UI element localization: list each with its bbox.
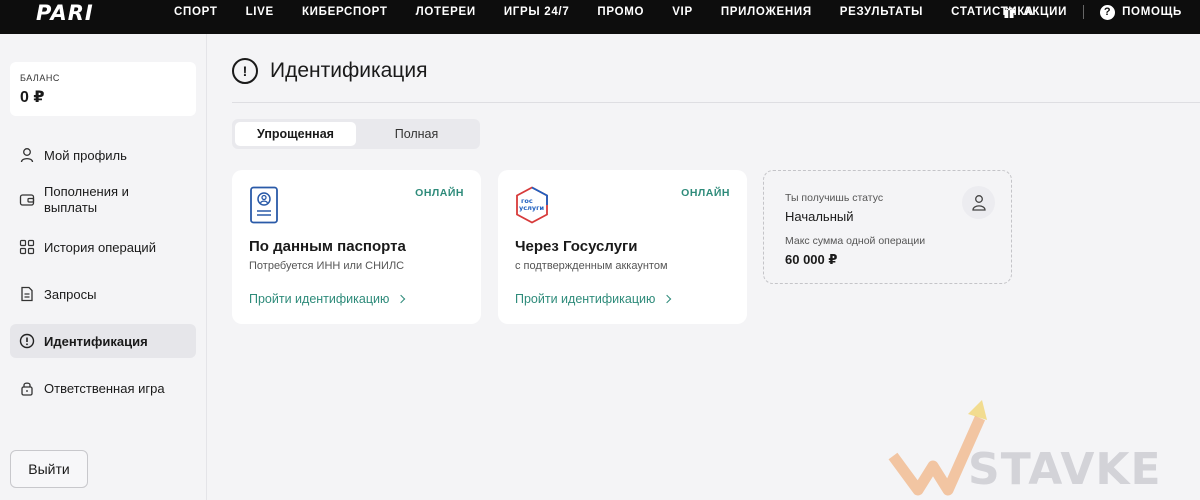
sidebar: БАЛАНС 0 ₽ Мой профиль Пополнения и выпл… xyxy=(0,34,207,500)
sidebar-item-payments[interactable]: Пополнения и выплаты xyxy=(10,178,196,222)
status-value: Начальный xyxy=(785,209,854,224)
lock-icon xyxy=(18,379,36,397)
help-label: ПОМОЩЬ xyxy=(1122,6,1182,18)
nav-item-sport[interactable]: СПОРТ xyxy=(174,6,218,18)
card-title: По данным паспорта xyxy=(249,238,406,255)
alert-circle-icon xyxy=(18,332,36,350)
gosuslugi-identification-card[interactable]: ОНЛАЙН гос услуги Через Госуслуги с подт… xyxy=(498,170,747,324)
card-subtitle: Потребуется ИНН или СНИЛС xyxy=(249,260,405,272)
start-identification-link[interactable]: Пройти идентификацию xyxy=(515,292,672,306)
chevron-right-icon xyxy=(663,294,672,304)
limit-label: Макс сумма одной операции xyxy=(785,235,926,247)
online-badge: ОНЛАЙН xyxy=(415,187,464,199)
nav-divider xyxy=(1083,5,1085,19)
link-label: Пройти идентификацию xyxy=(249,292,390,306)
sidebar-item-responsible-gaming[interactable]: Ответственная игра xyxy=(10,371,196,405)
grid-icon xyxy=(18,238,36,256)
tab-simplified[interactable]: Упрощенная xyxy=(235,122,356,146)
card-title: Через Госуслуги xyxy=(515,238,638,255)
sidebar-item-label: Пополнения и выплаты xyxy=(44,184,129,215)
gift-icon xyxy=(1003,7,1015,18)
logout-button[interactable]: Выйти xyxy=(10,450,88,488)
sidebar-item-label: История операций xyxy=(44,239,156,255)
link-label: Пройти идентификацию xyxy=(515,292,656,306)
sidebar-item-history[interactable]: История операций xyxy=(10,230,196,264)
watermark-logo-icon xyxy=(888,400,987,496)
chevron-right-icon xyxy=(397,294,406,304)
sidebar-menu: Мой профиль Пополнения и выплаты История… xyxy=(10,138,196,405)
online-badge: ОНЛАЙН xyxy=(681,187,730,199)
nav-item-esports[interactable]: КИБЕРСПОРТ xyxy=(302,6,388,18)
nav-item-lotteries[interactable]: ЛОТЕРЕИ xyxy=(416,6,476,18)
gosuslugi-icon: гос услуги xyxy=(515,186,549,224)
stavke-watermark: STAVKE xyxy=(888,398,1193,498)
title-divider xyxy=(232,102,1200,103)
wallet-icon xyxy=(18,191,36,209)
status-label: Ты получишь статус xyxy=(785,192,884,204)
promotions-link[interactable]: АКЦИИ xyxy=(1003,6,1067,18)
card-subtitle: с подтвержденным аккаунтом xyxy=(515,260,668,272)
identification-tabs: Упрощенная Полная xyxy=(232,119,480,149)
sidebar-item-label: Идентификация xyxy=(44,333,148,349)
promotions-label: АКЦИИ xyxy=(1023,6,1068,18)
nav-right: АКЦИИ ? ПОМОЩЬ xyxy=(1003,0,1182,24)
balance-card: БАЛАНС 0 ₽ xyxy=(10,62,196,116)
user-icon xyxy=(18,146,36,164)
top-navbar: PARI СПОРТ LIVE КИБЕРСПОРТ ЛОТЕРЕИ ИГРЫ … xyxy=(0,0,1200,34)
nav-item-results[interactable]: РЕЗУЛЬТАТЫ xyxy=(840,6,923,18)
sidebar-item-label: Мой профиль xyxy=(44,147,127,163)
pari-logo[interactable]: PARI xyxy=(36,1,94,25)
nav-item-vip[interactable]: VIP xyxy=(672,6,693,18)
sidebar-item-label: Ответственная игра xyxy=(44,380,165,396)
passport-icon xyxy=(249,186,283,224)
sidebar-item-requests[interactable]: Запросы xyxy=(10,277,196,311)
page-title: Идентификация xyxy=(270,59,428,82)
passport-identification-card[interactable]: ОНЛАЙН По данным паспорта Потребуется ИН… xyxy=(232,170,481,324)
tab-full[interactable]: Полная xyxy=(356,122,477,146)
user-icon xyxy=(971,195,986,211)
help-link[interactable]: ? ПОМОЩЬ xyxy=(1100,4,1182,20)
watermark-text: STAVKE xyxy=(968,444,1162,495)
sidebar-item-profile[interactable]: Мой профиль xyxy=(10,138,196,172)
question-icon: ? xyxy=(1100,4,1116,20)
balance-value: 0 ₽ xyxy=(20,89,45,106)
avatar xyxy=(962,186,995,219)
nav-item-live[interactable]: LIVE xyxy=(246,6,274,18)
main-nav: СПОРТ LIVE КИБЕРСПОРТ ЛОТЕРЕИ ИГРЫ 24/7 … xyxy=(174,0,1062,24)
gosuslugi-icon-text-bottom: услуги xyxy=(519,204,544,212)
nav-item-apps[interactable]: ПРИЛОЖЕНИЯ xyxy=(721,6,812,18)
start-identification-link[interactable]: Пройти идентификацию xyxy=(249,292,406,306)
nav-item-games[interactable]: ИГРЫ 24/7 xyxy=(504,6,570,18)
status-info-box: Ты получишь статус Начальный Макс сумма … xyxy=(763,170,1012,284)
document-icon xyxy=(18,285,36,303)
logo-text: PARI xyxy=(36,1,94,25)
nav-item-promo[interactable]: ПРОМО xyxy=(597,6,644,18)
sidebar-item-identification[interactable]: Идентификация xyxy=(10,324,196,358)
alert-circle-icon: ! xyxy=(232,58,258,84)
page-header: ! Идентификация xyxy=(232,58,427,84)
balance-label: БАЛАНС xyxy=(20,73,60,83)
sidebar-item-label: Запросы xyxy=(44,286,97,302)
limit-value: 60 000 ₽ xyxy=(785,252,838,267)
